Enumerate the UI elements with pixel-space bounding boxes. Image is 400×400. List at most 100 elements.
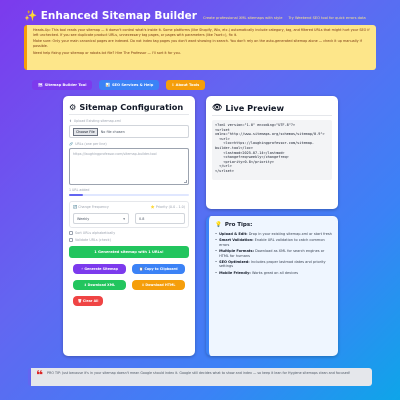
- chevron-down-icon: ▾: [123, 216, 125, 221]
- trash-icon: 🗑: [77, 299, 82, 303]
- validate-option-label: Validate URLs (check): [75, 238, 111, 242]
- preview-title: 👁 Live Preview: [212, 102, 332, 116]
- eye-icon: 👁: [212, 102, 223, 112]
- tips-title: 💡 Pro Tips:: [215, 222, 332, 228]
- tip-heading: Smart Validation:: [219, 238, 254, 243]
- config-title: ⚙ Sitemap Configuration: [69, 102, 189, 115]
- sort-checkbox[interactable]: [69, 231, 73, 235]
- clear-all-label: Clear All: [82, 299, 99, 303]
- download-icon: ⬇: [141, 283, 145, 287]
- file-status: No file chosen: [100, 129, 125, 134]
- upload-icon: ⬆: [69, 119, 72, 123]
- notice-paragraph-2: Make sure: Only your main canonical page…: [33, 39, 362, 49]
- bullet-icon: •: [215, 249, 218, 254]
- clipboard-icon: 📋: [139, 267, 144, 271]
- sort-option-label: Sort URLs alphabetically: [75, 231, 116, 235]
- change-frequency-label: 🔄 Change Frequency: [73, 205, 109, 209]
- validate-checkbox[interactable]: [69, 238, 73, 242]
- bolt-icon: ⚡: [80, 267, 84, 271]
- bullet-icon: •: [215, 260, 218, 265]
- upload-label-text: Upload Existing sitemap.xml: [73, 119, 121, 123]
- header-subtitle: Create professional XML sitemaps with st…: [202, 16, 283, 20]
- generated-status-banner: 1 Generated sitemap with 1 URLs!: [69, 246, 189, 258]
- tip-item: • SEO Optimized: Includes proper lastmod …: [215, 260, 332, 269]
- footer-text: PRO TIP: Just because it's in your sitem…: [47, 371, 351, 375]
- tips-title-text: Pro Tips:: [224, 222, 253, 228]
- sparkle-icon: ✨: [24, 10, 41, 22]
- link-icon: 🔗: [69, 142, 74, 146]
- frequency-select[interactable]: Weekly ▾: [73, 213, 129, 224]
- copy-clipboard-label: Copy to Clipboard: [144, 267, 178, 271]
- url-progress-bar: [69, 194, 189, 196]
- resize-handle[interactable]: [184, 180, 187, 183]
- quote-icon: ❝: [36, 368, 44, 382]
- header-link[interactable]: Try Weekend SEO tool for quick errors da…: [289, 16, 366, 20]
- tab-seo-services[interactable]: 📊 SEO Services & Help: [99, 80, 160, 90]
- priority-input[interactable]: 0.8: [135, 213, 185, 224]
- copy-clipboard-button[interactable]: 📋 Copy to Clipboard: [132, 264, 185, 274]
- bullet-icon: •: [215, 270, 218, 275]
- footer-pro-tip: ❝ PRO TIP: Just because it's in your sit…: [28, 368, 372, 386]
- download-html-button[interactable]: ⬇ Download HTML: [132, 280, 185, 290]
- tab-label: SEO Services & Help: [111, 83, 154, 87]
- tip-item: • Smart Validation: Enable URL validation…: [215, 238, 332, 247]
- tip-heading: SEO Optimized:: [219, 260, 250, 265]
- tip-item: • Mobile Friendly: Works great on all dev…: [215, 271, 332, 275]
- pro-tips-card: 💡 Pro Tips: • Upload & Edit: Drop in your …: [206, 216, 338, 356]
- urls-label-text: URLs (one per line): [75, 142, 107, 146]
- xml-preview-code: <?xml version="1.0" encoding="UTF-8"?> <…: [212, 120, 332, 180]
- tip-item: • Multiple Formats: Download as XML for s…: [215, 249, 332, 258]
- download-icon: ⬇: [83, 283, 87, 287]
- options-inputs: Weekly ▾ 0.8: [73, 213, 185, 224]
- heads-up-notice: Heads-Up: This tool reads your sitemap —…: [24, 25, 376, 70]
- urls-label: 🔗 URLs (one per line): [69, 142, 189, 146]
- change-frequency-text: Change Frequency: [78, 205, 109, 209]
- sitemap-configuration-card: ⚙ Sitemap Configuration ⬆ Upload Existing …: [63, 96, 195, 356]
- page-header: ✨ Enhanced Sitemap Builder Create profes…: [24, 9, 366, 22]
- priority-label: ⭐ Priority (0.0 - 1.0): [151, 205, 185, 209]
- validate-option[interactable]: Validate URLs (check): [69, 238, 189, 242]
- tab-label: About Tools: [175, 83, 200, 87]
- config-title-text: Sitemap Configuration: [79, 102, 184, 112]
- urls-textarea-value: https://laughingprofessor.com/sitemap-bu…: [73, 152, 157, 156]
- tab-about-tools[interactable]: ℹ About Tools: [166, 80, 206, 90]
- generate-sitemap-label: Generate Sitemap: [84, 267, 118, 271]
- download-xml-button[interactable]: ⬇ Download XML: [73, 280, 126, 290]
- chart-icon: 📊: [105, 83, 110, 87]
- url-count: 1 URL added: [69, 188, 90, 192]
- priority-value: 0.8: [139, 216, 145, 221]
- options-header: 🔄 Change Frequency ⭐ Priority (0.0 - 1.0…: [73, 205, 185, 209]
- info-icon: ℹ: [172, 83, 174, 87]
- url-progress-fill: [69, 194, 84, 196]
- file-input[interactable]: Choose File No file chosen: [69, 125, 189, 138]
- action-buttons: ⚡ Generate Sitemap 📋 Copy to Clipboard ⬇ Do…: [69, 264, 189, 306]
- clear-all-button[interactable]: 🗑 Clear All: [73, 296, 103, 306]
- download-html-label: Download HTML: [145, 283, 176, 287]
- tip-heading: Mobile Friendly:: [219, 270, 251, 275]
- tip-heading: Upload & Edit:: [219, 232, 248, 236]
- options-panel: 🔄 Change Frequency ⭐ Priority (0.0 - 1.0…: [69, 201, 189, 228]
- download-xml-label: Download XML: [87, 283, 116, 287]
- app-title-text: Enhanced Sitemap Builder: [40, 10, 197, 22]
- upload-label: ⬆ Upload Existing sitemap.xml: [69, 119, 189, 123]
- tip-text: Works great on all devices: [251, 270, 299, 275]
- preview-title-text: Live Preview: [225, 102, 285, 113]
- tip-item: • Upload & Edit: Drop in your existing si…: [215, 232, 332, 236]
- sort-option[interactable]: Sort URLs alphabetically: [69, 231, 189, 235]
- notice-paragraph-1: Heads-Up: This tool reads your sitemap —…: [33, 28, 370, 37]
- tip-text: Drop in your existing sitemap.xml or sta…: [248, 232, 332, 236]
- live-preview-card: 👁 Live Preview <?xml version="1.0" encodi…: [206, 96, 338, 209]
- tab-sitemap-builder[interactable]: 🗺 Sitemap Builder Tool: [32, 80, 93, 90]
- notice-paragraph-3[interactable]: Need help fixing your sitemap or robots.…: [33, 51, 370, 56]
- map-icon: 🗺: [38, 83, 43, 87]
- choose-file-button[interactable]: Choose File: [73, 127, 98, 136]
- urls-textarea[interactable]: https://laughingprofessor.com/sitemap-bu…: [69, 148, 189, 185]
- gear-icon: ⚙: [69, 102, 77, 112]
- priority-text: Priority (0.0 - 1.0): [155, 205, 185, 209]
- app-title: ✨ Enhanced Sitemap Builder: [24, 9, 197, 22]
- generate-sitemap-button[interactable]: ⚡ Generate Sitemap: [73, 264, 126, 274]
- lightbulb-icon: 💡: [215, 222, 222, 228]
- frequency-value: Weekly: [77, 216, 90, 221]
- bullet-icon: •: [215, 238, 218, 243]
- tab-label: Sitemap Builder Tool: [44, 83, 87, 87]
